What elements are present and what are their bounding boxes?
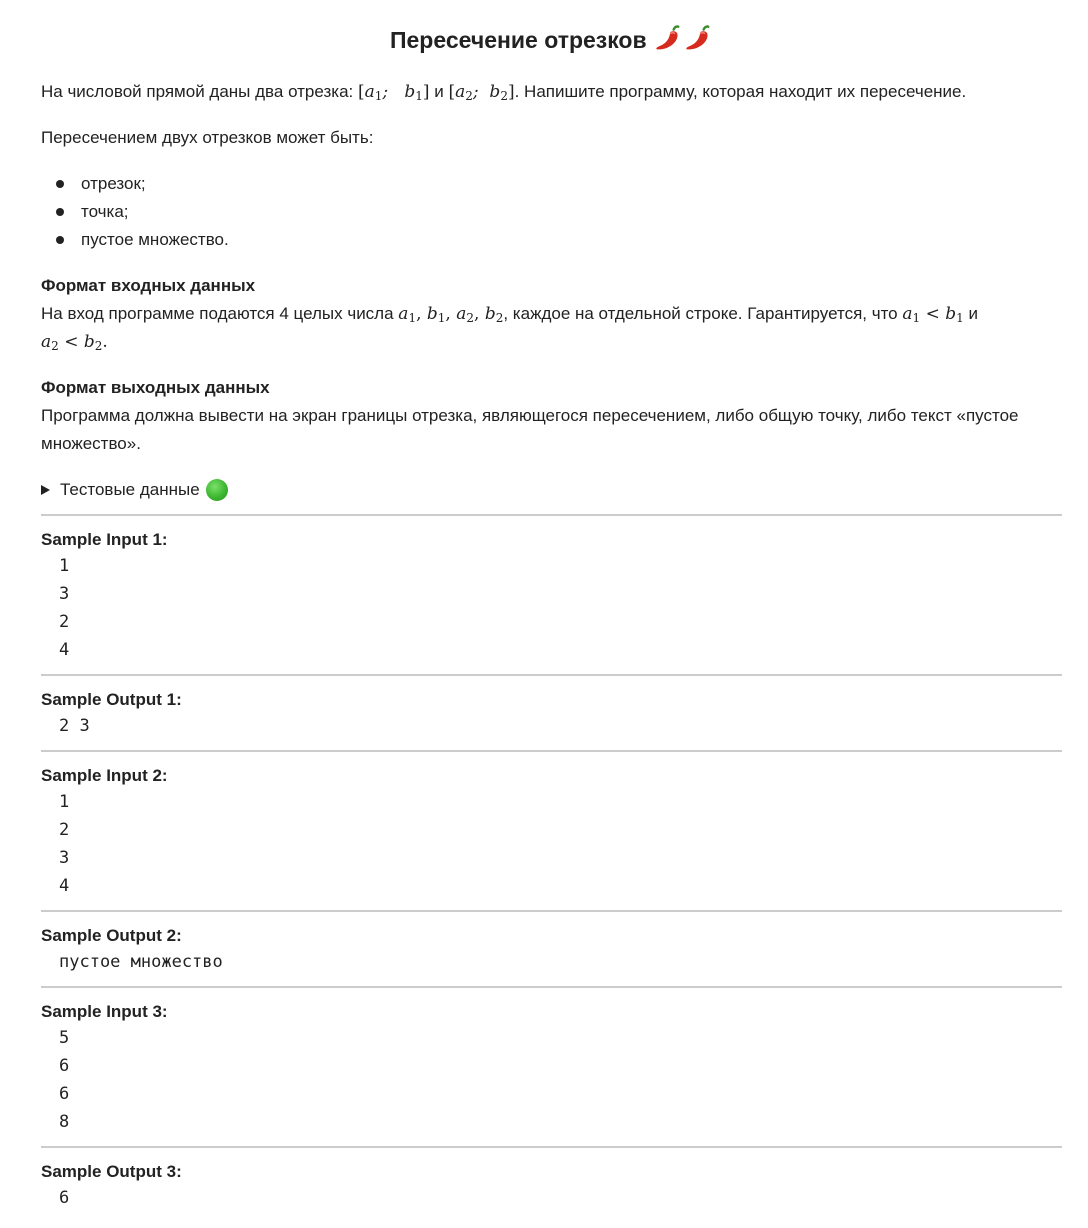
sample-line: 1 (59, 792, 70, 812)
input-format-text: На вход программе подаются 4 целых числа… (41, 300, 1062, 356)
sample-label: Sample Input 3: (41, 1002, 168, 1021)
sample-line: 4 (59, 876, 70, 896)
intersection-list: отрезок; точка; пустое множество. (41, 170, 1062, 254)
sample-content: 2 3 (41, 712, 1062, 740)
sample-content: пустое множество (41, 948, 1062, 976)
input-format-text-before: На вход программе подаются 4 целых числа (41, 304, 399, 323)
sample-block: Sample Input 2: 1 2 3 4 (41, 750, 1062, 910)
sample-line: 6 (59, 1056, 70, 1076)
intro-text-after: . Напишите программу, которая находит их… (514, 82, 967, 101)
sample-label: Sample Input 1: (41, 530, 168, 549)
title-text: Пересечение отрезков (389, 27, 647, 53)
segment-2-formula: [a2; b2] (448, 82, 515, 103)
green-circle-icon (205, 479, 228, 501)
sample-line: 5 (59, 1028, 70, 1048)
intersection-intro: Пересечением двух отрезков может быть: (41, 128, 374, 147)
sample-line: 2 (59, 612, 70, 632)
sample-line: 3 (59, 584, 70, 604)
intro-text-and: и (429, 82, 449, 101)
page-title: Пересечение отрезков (41, 0, 1062, 58)
test-data-label[interactable]: Тестовые данные (60, 476, 200, 504)
list-item: точка; (41, 198, 1062, 226)
chili-pepper-icon (656, 25, 680, 50)
output-format-text: Программа должна вывести на экран границ… (41, 406, 1019, 453)
sample-line: 4 (59, 640, 70, 660)
test-data-toggle[interactable]: Тестовые данные (41, 476, 1062, 504)
sample-label: Sample Output 1: (41, 690, 182, 709)
sample-line: 3 (59, 848, 70, 868)
sample-line: 6 (59, 1188, 70, 1208)
sample-content: 1 2 3 4 (41, 788, 1062, 900)
sample-block: Sample Output 1: 2 3 (41, 674, 1062, 750)
output-format-heading: Формат выходных данных (41, 378, 270, 397)
condition-1-formula: a1 < b1 (902, 304, 964, 325)
sample-block: Sample Input 3: 5 6 6 8 (41, 986, 1062, 1146)
problem-page: Пересечение отрезков На числовой прямой … (0, 0, 1088, 1222)
sample-line: пустое множество (59, 952, 223, 972)
sample-content: 1 3 2 4 (41, 552, 1062, 664)
intro-paragraph: На числовой прямой даны два отрезка: [a1… (41, 78, 1062, 106)
sample-line: 2 (59, 820, 70, 840)
sample-content: 6 (41, 1184, 1062, 1212)
sample-content: 5 6 6 8 (41, 1024, 1062, 1136)
sample-block: Sample Input 1: 1 3 2 4 (41, 514, 1062, 674)
sample-label: Sample Output 3: (41, 1162, 182, 1181)
input-format-heading: Формат входных данных (41, 276, 256, 295)
sample-line: 2 3 (59, 716, 90, 736)
segment-1-formula: [a1; b1] (357, 82, 430, 103)
samples-list: Sample Input 1: 1 3 2 4 Sample Output 1:… (41, 514, 1062, 1222)
sample-line: 1 (59, 556, 70, 576)
sample-block: Sample Output 3: 6 (41, 1146, 1062, 1222)
list-item: отрезок; (41, 170, 1062, 198)
sample-label: Sample Output 2: (41, 926, 182, 945)
chili-pepper-icon (686, 25, 710, 50)
input-format-text-middle: , каждое на отдельной строке. Гарантируе… (503, 304, 903, 323)
sample-line: 8 (59, 1112, 70, 1132)
input-format-text-and: и (963, 304, 978, 323)
input-vars-formula: a1, b1, a2, b2 (398, 304, 504, 325)
list-item: пустое множество. (41, 226, 1062, 254)
sample-line: 6 (59, 1084, 70, 1104)
sample-label: Sample Input 2: (41, 766, 168, 785)
sample-block: Sample Output 2: пустое множество (41, 910, 1062, 986)
disclosure-triangle-icon[interactable] (41, 485, 50, 495)
intro-text-before: На числовой прямой даны два отрезка: (41, 82, 358, 101)
condition-2-formula: a2 < b2. (41, 332, 108, 353)
